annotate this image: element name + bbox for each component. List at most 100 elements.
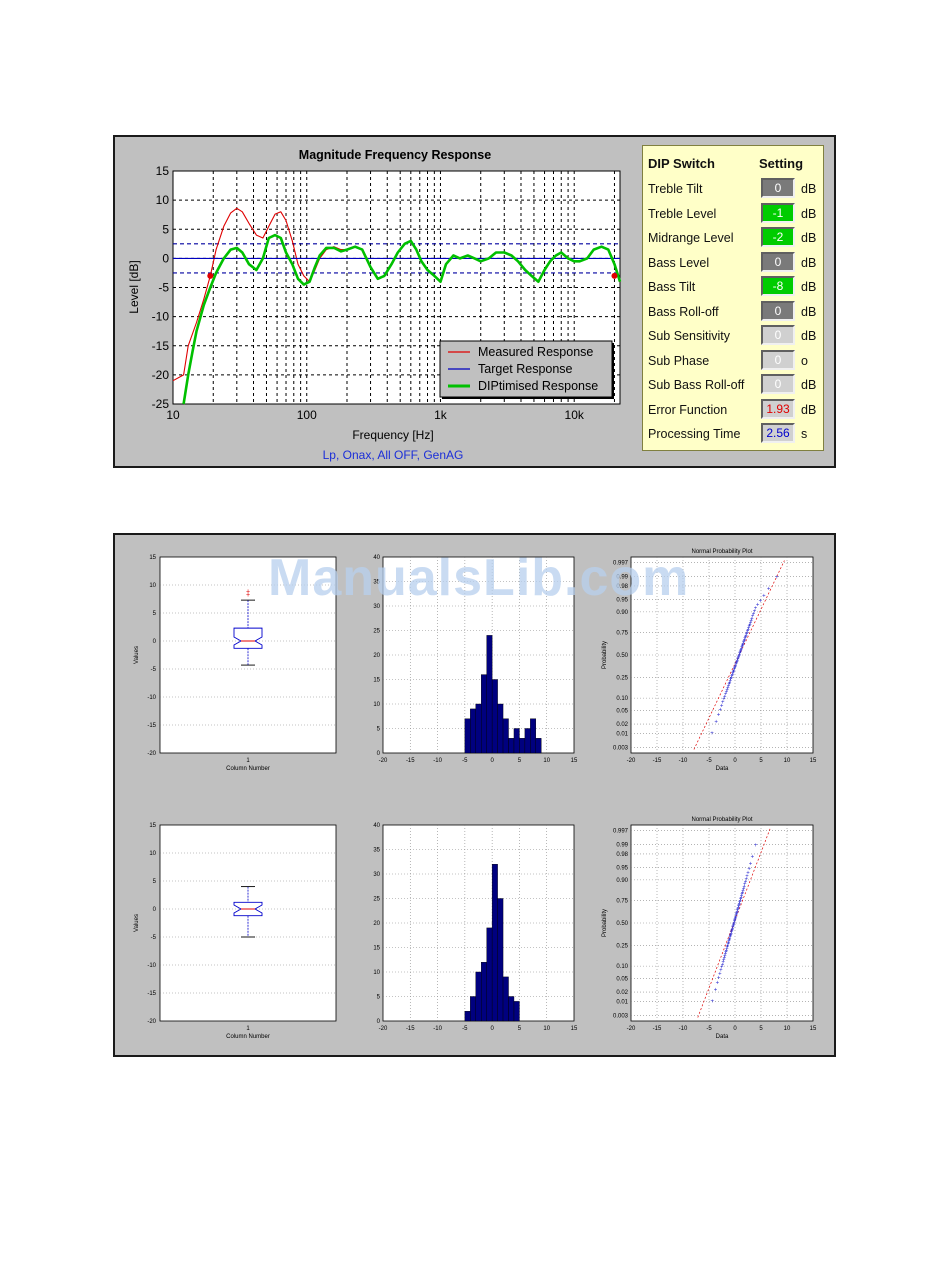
- y-tick-label: 0.50: [616, 653, 628, 659]
- dip-label: Bass Tilt: [648, 280, 696, 294]
- dip-value-field[interactable]: 1.93: [761, 398, 795, 419]
- box: [233, 627, 263, 649]
- histogram-bar: [524, 728, 531, 754]
- dip-label: Midrange Level: [648, 231, 734, 245]
- x-tick-label: 5: [518, 758, 522, 764]
- histogram-bar: [486, 635, 493, 754]
- x-axis-label: Data: [716, 1034, 729, 1040]
- y-tick-label: 0.95: [616, 866, 628, 872]
- y-tick-label: 0.75: [616, 898, 628, 904]
- y-tick-label: 0.10: [616, 964, 628, 970]
- dip-value-field[interactable]: 0: [761, 325, 795, 345]
- y-tick-label: 0.25: [616, 944, 628, 950]
- x-tick-label: 1: [246, 1026, 250, 1032]
- x-tick-label: 10k: [565, 408, 585, 422]
- y-tick-label: 0.90: [616, 610, 628, 616]
- y-tick-label: 10: [149, 583, 156, 589]
- x-tick-label: 1k: [434, 408, 448, 422]
- x-tick-label: -20: [627, 758, 636, 764]
- x-tick-label: 10: [784, 1026, 791, 1032]
- y-axis-label: Probability: [602, 909, 608, 937]
- y-tick-label: 0: [162, 251, 169, 265]
- y-axis-label: Probability: [602, 641, 608, 669]
- y-tick-label: -15: [147, 991, 156, 997]
- dip-value-field[interactable]: 0: [761, 349, 795, 370]
- y-tick-label: 0.05: [616, 708, 628, 714]
- dip-value-field[interactable]: -1: [761, 202, 795, 223]
- statistics-plots: 151050-5-10-15-201Column NumberValues++4…: [134, 549, 817, 1040]
- dip-unit: dB: [801, 378, 817, 392]
- histogram-bar: [491, 864, 498, 1022]
- legend-label: Target Response: [478, 362, 573, 376]
- histogram-bar: [486, 927, 493, 1022]
- y-tick-label: 10: [373, 702, 380, 708]
- histogram-bar: [508, 996, 515, 1022]
- plot-area: 151050-5-10-15-20-2510 100 1k 10kMeasured R…: [152, 164, 622, 422]
- data-point: +: [775, 575, 779, 581]
- y-tick-label: 0.02: [616, 722, 628, 728]
- data-point: +: [714, 719, 718, 725]
- x-axis-label: Column Number: [226, 1034, 270, 1040]
- dip-row: Bass Roll-off 0 dB: [643, 300, 823, 324]
- dip-value-field[interactable]: 0: [761, 300, 795, 321]
- y-axis-label: Values: [134, 646, 140, 664]
- y-tick-label: 10: [156, 193, 170, 207]
- dip-row: Midrange Level -2 dB: [643, 226, 823, 250]
- histogram-bar: [481, 674, 487, 754]
- histogram-bar: [464, 718, 471, 754]
- dip-value-field[interactable]: -2: [761, 227, 795, 247]
- x-tick-label: -20: [379, 758, 388, 764]
- magnitude-frequency-chart: Magnitude Frequency Response Frequency […: [127, 148, 622, 462]
- dip-row: Error Function 1.93 dB: [643, 398, 823, 422]
- y-tick-label: 0.50: [616, 921, 628, 927]
- y-tick-label: 0: [153, 639, 157, 645]
- y-tick-label: 0.90: [616, 878, 628, 884]
- y-tick-label: 25: [373, 629, 380, 635]
- y-tick-label: 0.997: [613, 829, 629, 835]
- crossover-marker: [611, 272, 618, 279]
- dip-row: Sub Phase 0 o: [643, 349, 823, 373]
- legend-label: Measured Response: [478, 345, 593, 359]
- dip-value-field[interactable]: -8: [761, 276, 795, 296]
- dip-switch-header: DIP Switch: [648, 156, 715, 171]
- frequency-response-panel: Magnitude Frequency Response Frequency […: [113, 135, 836, 468]
- y-tick-label: -15: [152, 339, 170, 353]
- histogram-bar: [481, 962, 487, 1022]
- histogram-bar: [502, 718, 509, 754]
- y-tick-label: 0.003: [613, 1013, 629, 1019]
- data-point: +: [762, 594, 766, 600]
- data-point: +: [710, 731, 714, 737]
- dip-label: Bass Level: [648, 255, 710, 270]
- dip-label: Treble Tilt: [648, 182, 703, 196]
- dip-value-field[interactable]: 2.56: [761, 423, 795, 443]
- y-tick-label: 0.01: [616, 999, 628, 1005]
- y-tick-label: 0: [153, 907, 157, 913]
- y-axis-label: Values: [134, 914, 140, 932]
- y-tick-label: -10: [147, 963, 156, 969]
- dip-label: Sub Phase: [648, 353, 710, 368]
- x-tick-label: -5: [706, 758, 712, 764]
- dip-unit: s: [801, 427, 808, 441]
- data-point: +: [767, 587, 771, 593]
- outlier-marker: +: [246, 589, 250, 596]
- dip-unit: dB: [801, 206, 817, 221]
- dip-value-field[interactable]: 0: [761, 251, 795, 272]
- y-tick-label: 40: [373, 823, 380, 829]
- x-tick-label: -10: [433, 758, 442, 764]
- x-tick-label: -5: [462, 758, 468, 764]
- x-tick-label: 10: [543, 758, 550, 764]
- data-point: +: [749, 862, 753, 868]
- histogram-bar: [464, 1011, 471, 1022]
- dip-value-field[interactable]: 0: [761, 374, 795, 394]
- y-tick-label: 15: [149, 555, 156, 561]
- y-tick-label: 15: [156, 164, 170, 178]
- x-tick-label: -20: [627, 1026, 636, 1032]
- y-tick-label: 5: [162, 222, 169, 236]
- dip-value-field[interactable]: 0: [761, 178, 795, 198]
- dip-row: Bass Tilt -8 dB: [643, 275, 823, 299]
- crossover-marker: [207, 272, 214, 279]
- x-tick-label: 0: [733, 758, 737, 764]
- x-tick-label: 15: [810, 758, 817, 764]
- dip-row: Treble Tilt 0 dB: [643, 177, 823, 201]
- y-tick-label: 35: [373, 848, 380, 854]
